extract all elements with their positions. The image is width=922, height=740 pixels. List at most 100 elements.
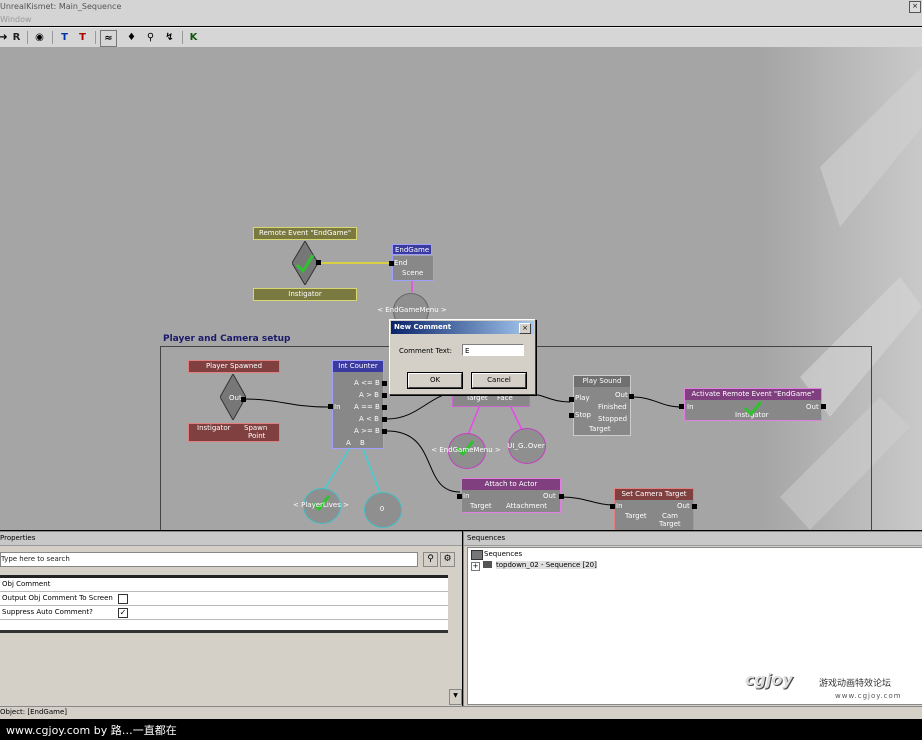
- property-row[interactable]: Obj Comment: [0, 578, 448, 592]
- refresh-icon[interactable]: R: [9, 30, 24, 45]
- partial-node-face: Face: [497, 394, 513, 402]
- ok-button[interactable]: OK: [407, 372, 463, 389]
- sequence-icon: [483, 561, 492, 568]
- close-icon[interactable]: ×: [519, 323, 531, 334]
- player-spawned-out-label: Out: [229, 394, 242, 402]
- partial-node-target: Target: [466, 394, 488, 402]
- expand-icon[interactable]: +: [471, 562, 480, 571]
- play-sound-in-port[interactable]: [569, 397, 574, 402]
- property-name: Output Obj Comment To Screen: [2, 594, 113, 602]
- int-counter-out-port[interactable]: [382, 429, 387, 434]
- status-bar: Object: [EndGame]: [0, 706, 922, 719]
- player-spawned-title[interactable]: Player Spawned: [188, 360, 280, 373]
- remote-event-out-port[interactable]: [316, 260, 321, 265]
- properties-title: Properties: [0, 534, 36, 542]
- attach-actor-attachment: Attachment: [506, 502, 548, 510]
- sequences-title: Sequences: [467, 534, 506, 542]
- properties-panel: Properties Type here to search ⚲ ⚙ Obj C…: [0, 531, 462, 707]
- int-counter-out-4: A < B: [359, 415, 379, 423]
- zoom-icon[interactable]: ⚲: [143, 30, 158, 45]
- attach-actor-in-port[interactable]: [457, 494, 462, 499]
- property-row[interactable]: Output Obj Comment To Screen: [0, 592, 448, 606]
- play-sound-out: Out: [615, 391, 628, 399]
- remote-event-title[interactable]: Remote Event "EndGame": [253, 227, 357, 240]
- tree-item-topdown[interactable]: topdown_02 - Sequence [20]: [496, 561, 597, 569]
- int-counter-var-a: A: [346, 439, 351, 447]
- play-sound-out-port[interactable]: [629, 394, 634, 399]
- footer-text: www.cgjoy.com by 路…一直都在: [6, 724, 177, 737]
- attach-actor-out: Out: [543, 492, 556, 500]
- flag-T2-icon[interactable]: T: [75, 30, 90, 45]
- suppress-comment-checkbox[interactable]: ✓: [118, 608, 128, 618]
- status-text: Object: [EndGame]: [0, 708, 67, 716]
- eye-icon[interactable]: ◉: [32, 30, 47, 45]
- activate-remote-out: Out: [806, 403, 819, 411]
- play-sound-stopped: Stopped: [598, 415, 628, 423]
- int-counter-out-port[interactable]: [382, 393, 387, 398]
- attach-actor-out-port[interactable]: [559, 494, 564, 499]
- comment-text-label: Comment Text:: [399, 347, 453, 355]
- player-spawned-spawn: Spawn: [244, 424, 268, 432]
- set-camera-in: In: [616, 502, 623, 510]
- watermark-logo: cgjoy: [745, 670, 793, 689]
- watermark: cgjoy 游戏动画特效论坛 www.cgjoy.com: [745, 668, 922, 704]
- int-counter-out-port[interactable]: [382, 381, 387, 386]
- tree-root[interactable]: Sequences: [484, 550, 522, 558]
- filter-icon[interactable]: ⚙: [440, 552, 455, 567]
- menu-bar: Window: [0, 14, 922, 26]
- set-camera-in-port[interactable]: [610, 504, 615, 509]
- int-counter-in: In: [334, 403, 341, 411]
- int-counter-out-3: A == B: [354, 403, 380, 411]
- int-counter-out-port[interactable]: [382, 417, 387, 422]
- endgame-menu-label-top: < EndGameMenu >: [377, 306, 447, 314]
- player-lives-label: < PlayerLives >: [293, 501, 349, 509]
- toolbar: ➜ R ◉ T T ≈ ♦ ⚲ ↯ K: [0, 27, 922, 48]
- K-icon[interactable]: K: [186, 30, 201, 45]
- dialog-title-bar: New Comment ×: [391, 321, 534, 334]
- dialog-title: New Comment: [394, 323, 452, 331]
- window-close-button[interactable]: ×: [909, 1, 921, 13]
- footer-bar: www.cgjoy.com by 路…一直都在: [0, 719, 922, 740]
- int-counter-in-port[interactable]: [328, 404, 333, 409]
- cancel-button[interactable]: Cancel: [471, 372, 527, 389]
- endgame-port-end: End: [394, 259, 408, 267]
- menu-window[interactable]: Window: [0, 15, 32, 24]
- link-icon[interactable]: ↯: [162, 30, 177, 45]
- int-counter-out-5: A >= B: [354, 427, 380, 435]
- title-bar: UnrealKismet: Main_Sequence ×: [0, 0, 922, 15]
- activate-remote-out-port[interactable]: [821, 404, 826, 409]
- kismet-canvas[interactable]: Remote Event "EndGame" Instigator EndGam…: [0, 47, 922, 530]
- int-counter-out-2: A > B: [359, 391, 379, 399]
- properties-header: Properties: [0, 532, 462, 546]
- property-name: Obj Comment: [2, 580, 51, 588]
- attach-actor-target: Target: [470, 502, 492, 510]
- group-label: Player and Camera setup: [163, 334, 291, 344]
- play-sound-stop: Stop: [575, 411, 591, 419]
- event-diamond-icon[interactable]: [292, 241, 318, 285]
- play-sound-stop-port[interactable]: [569, 413, 574, 418]
- comment-text-input[interactable]: E: [462, 344, 524, 356]
- property-row[interactable]: Suppress Auto Comment? ✓: [0, 606, 448, 620]
- int-counter-out-port[interactable]: [382, 405, 387, 410]
- activate-remote-in-port[interactable]: [679, 404, 684, 409]
- player-spawned-out-port[interactable]: [241, 397, 246, 402]
- endgame-menu-label: < EndGameMenu >: [431, 446, 501, 454]
- ui-gover-label: UI_G..Over: [507, 442, 545, 450]
- zero-label: 0: [379, 505, 385, 513]
- scroll-down-button[interactable]: ▼: [449, 689, 462, 705]
- set-camera-out: Out: [677, 502, 690, 510]
- set-camera-out-port[interactable]: [692, 504, 697, 509]
- property-name: Suppress Auto Comment?: [2, 608, 93, 616]
- endgame-in-port[interactable]: [389, 261, 394, 266]
- output-comment-checkbox[interactable]: [118, 594, 128, 604]
- curve-icon[interactable]: ≈: [100, 30, 117, 47]
- set-camera-target: Target: [625, 512, 647, 520]
- properties-search-input[interactable]: Type here to search: [0, 552, 418, 567]
- search-icon[interactable]: ⚲: [423, 552, 438, 567]
- endgame-title[interactable]: EndGame: [392, 244, 432, 255]
- flag-T-icon[interactable]: T: [57, 30, 72, 45]
- bulb-icon[interactable]: ♦: [124, 30, 139, 45]
- watermark-url: www.cgjoy.com: [835, 692, 902, 700]
- play-sound-target: Target: [589, 425, 611, 433]
- folder-icon: [471, 550, 483, 560]
